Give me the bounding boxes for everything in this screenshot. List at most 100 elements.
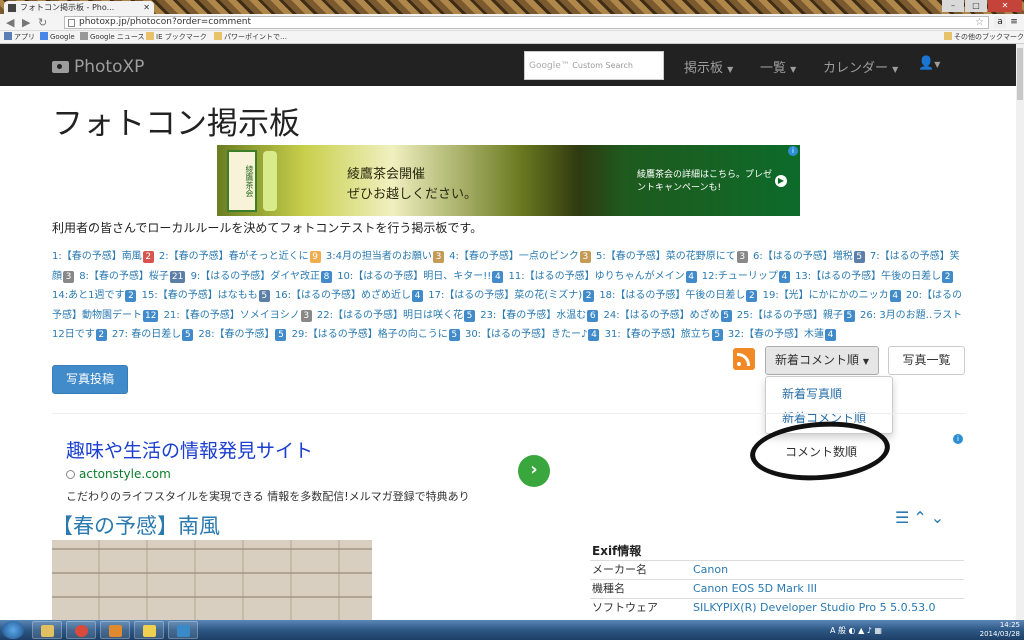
sort-dropdown-button[interactable]: 新着コメント順 ▼ xyxy=(765,346,879,375)
contest-link[interactable]: 29:【はるの予感】格子の向こうに xyxy=(292,329,448,340)
close-window-icon[interactable]: ✕ xyxy=(988,0,1022,12)
contest-link[interactable]: 3:4月の担当者のお願い xyxy=(326,251,432,262)
back-icon[interactable]: ◀ xyxy=(6,16,14,29)
nav-list[interactable]: 一覧 ▼ xyxy=(760,57,796,76)
contest-link[interactable]: 22:【はるの予感】明日は咲く花 xyxy=(317,310,463,321)
contest-link[interactable]: 24:【はるの予感】めざめ xyxy=(603,310,719,321)
scrollbar-thumb[interactable] xyxy=(1017,48,1023,100)
nav-board[interactable]: 掲示板 ▼ xyxy=(684,57,733,76)
contest-link[interactable]: 27: 春の日差し xyxy=(112,329,181,340)
contest-link[interactable]: 32:【春の予感】木蓮 xyxy=(728,329,824,340)
comment-count-badge: 5 xyxy=(720,309,732,322)
contest-link[interactable]: 8:【春の予感】桜子 xyxy=(79,271,169,282)
exif-table: メーカー名 Canon 機種名 Canon EOS 5D Mark III ソフトウェア… xyxy=(590,560,964,617)
comment-count-badge: 4 xyxy=(588,329,600,341)
ad-info-icon[interactable]: i xyxy=(953,434,963,444)
bookmark-google-news[interactable]: Google ニュース xyxy=(80,31,145,43)
contest-link[interactable]: 19:【光】にかにかのニッカ xyxy=(763,290,889,301)
extension-icon[interactable]: a xyxy=(994,16,1006,28)
scrollbar[interactable] xyxy=(1016,44,1024,620)
text-ad-title[interactable]: 趣味や生活の情報発見サイト xyxy=(66,436,313,463)
post-title[interactable]: 【春の予感】南風 xyxy=(52,510,220,540)
bookmark-ie[interactable]: IE ブックマーク xyxy=(146,31,207,43)
comment-count-badge: 9 xyxy=(309,251,321,263)
comment-count-badge: 5 xyxy=(711,329,723,341)
contest-link[interactable]: 16:【はるの予感】めざめ近し xyxy=(275,290,411,301)
contest-link[interactable]: 13:【はるの予感】午後の日差し xyxy=(795,271,941,282)
ad-arrow-icon[interactable]: ▶ xyxy=(775,175,787,187)
contest-link[interactable]: 18:【はるの予感】午後の日差し xyxy=(599,290,745,301)
photo-list-button[interactable]: 写真一覧 xyxy=(888,346,965,375)
taskbar-media[interactable] xyxy=(100,621,130,639)
ad-go-icon[interactable]: › xyxy=(518,455,550,487)
contest-link[interactable]: 11:【はるの予感】ゆりちゃんがメイン xyxy=(509,271,685,282)
maximize-icon[interactable]: □ xyxy=(965,0,987,12)
tea-logo: 綾鷹茶会 xyxy=(227,150,257,212)
contest-link[interactable]: 21:【春の予感】ソメイヨシノ xyxy=(164,310,300,321)
exif-row: 機種名 Canon EOS 5D Mark III xyxy=(590,579,964,598)
bookmark-ppt[interactable]: パワーポイントで… xyxy=(214,31,287,43)
exif-value[interactable]: SILKYPIX(R) Developer Studio Pro 5 5.0.5… xyxy=(693,599,936,617)
contest-link[interactable]: 14:あと1週です xyxy=(52,290,124,301)
comment-count-badge: 2 xyxy=(942,270,954,283)
chevron-up-icon[interactable]: ⌃ xyxy=(913,508,926,527)
bookmark-apps[interactable]: アプリ xyxy=(4,31,35,43)
contest-link[interactable]: 4:【春の予感】一点のピンク xyxy=(449,251,579,262)
post-photo-button[interactable]: 写真投稿 xyxy=(52,365,128,394)
contest-link[interactable]: 31:【春の予感】旅立ち xyxy=(605,329,711,340)
page-icon xyxy=(68,19,75,27)
chevron-down-icon[interactable]: ⌄ xyxy=(931,508,944,527)
reload-icon[interactable]: ↻ xyxy=(38,16,47,29)
text-ad-url[interactable]: actonstyle.com xyxy=(66,467,171,481)
taskbar-app[interactable] xyxy=(168,621,198,639)
bookmark-star-icon[interactable]: ☆ xyxy=(975,17,984,28)
banner-ad[interactable]: 綾鷹茶会 綾鷹茶会開催 ぜひお越しください。 綾鷹茶会の詳細はこちら。プレゼント… xyxy=(217,145,800,216)
clock[interactable]: 14:25 2014/03/28 xyxy=(980,621,1020,639)
contest-link[interactable]: 9:【はるの予感】ダイヤ改正 xyxy=(191,271,320,282)
contest-link[interactable]: 5:【春の予感】菜の花野原にて xyxy=(596,251,736,262)
bookmark-google[interactable]: Google xyxy=(40,31,75,43)
contest-link[interactable]: 6:【はるの予感】増税 xyxy=(753,251,853,262)
rss-icon[interactable] xyxy=(733,348,755,370)
comment-count-badge: 5 xyxy=(853,251,865,263)
forward-icon[interactable]: ▶ xyxy=(22,16,30,29)
menu-icon[interactable]: ≡ xyxy=(1008,16,1020,28)
ad-info-icon[interactable]: i xyxy=(788,146,798,156)
page-title: フォトコン掲示板 xyxy=(52,106,300,142)
bookmark-other[interactable]: その他のブックマーク xyxy=(944,31,1024,43)
contest-link[interactable]: 10:【はるの予感】明日、キター!! xyxy=(337,271,491,282)
contest-link[interactable]: 15:【春の予感】はなもも xyxy=(142,290,258,301)
list-icon[interactable]: ☰ xyxy=(895,508,909,527)
contest-link[interactable]: 2:【春の予感】春がそっと近くに xyxy=(159,251,309,262)
user-icon[interactable]: 👤▼ xyxy=(918,56,946,71)
taskbar-explorer[interactable] xyxy=(32,621,62,639)
comment-count-badge: 4 xyxy=(685,270,697,283)
taskbar-chrome[interactable] xyxy=(66,621,96,639)
address-bar[interactable]: photoxp.jp/photocon?order=comment ☆ xyxy=(64,16,989,29)
search-input[interactable]: Google™ Custom Search xyxy=(524,51,664,80)
brand[interactable]: PhotoXP xyxy=(52,57,144,77)
favicon-icon xyxy=(8,4,16,12)
comment-count-badge: 21 xyxy=(169,270,186,283)
comment-count-badge: 3 xyxy=(579,251,591,263)
divider xyxy=(52,413,965,414)
contest-link[interactable]: 30:【はるの予感】きたー♪ xyxy=(465,329,587,340)
close-tab-icon[interactable]: ✕ xyxy=(143,1,150,14)
exif-value[interactable]: Canon EOS 5D Mark III xyxy=(693,580,817,598)
contest-link[interactable]: 25:【はるの予感】親子 xyxy=(737,310,843,321)
post-photo[interactable] xyxy=(52,540,372,620)
contest-link[interactable]: 1:【春の予感】南風 xyxy=(52,251,142,262)
nav-calendar[interactable]: カレンダー ▼ xyxy=(823,57,898,76)
minimize-icon[interactable]: – xyxy=(942,0,964,12)
contest-link[interactable]: 23:【春の予感】水温む xyxy=(480,310,586,321)
contest-link[interactable]: 28:【春の予感】 xyxy=(198,329,274,340)
taskbar: A 般 ◐ ▲ ♪ ▦ 14:25 2014/03/28 xyxy=(0,620,1024,640)
sort-option-new-photos[interactable]: 新着写真順 xyxy=(782,385,842,402)
contest-link[interactable]: 17:【はるの予感】菜の花(ミズナ) xyxy=(428,290,582,301)
exif-value[interactable]: Canon xyxy=(693,561,728,579)
contest-link[interactable]: 12:チューリップ xyxy=(702,271,778,282)
taskbar-folder[interactable] xyxy=(134,621,164,639)
start-button[interactable] xyxy=(2,621,24,639)
system-tray[interactable]: A 般 ◐ ▲ ♪ ▦ xyxy=(830,625,882,636)
browser-tab[interactable]: フォトコン掲示板 - Pho... ✕ xyxy=(4,1,154,14)
